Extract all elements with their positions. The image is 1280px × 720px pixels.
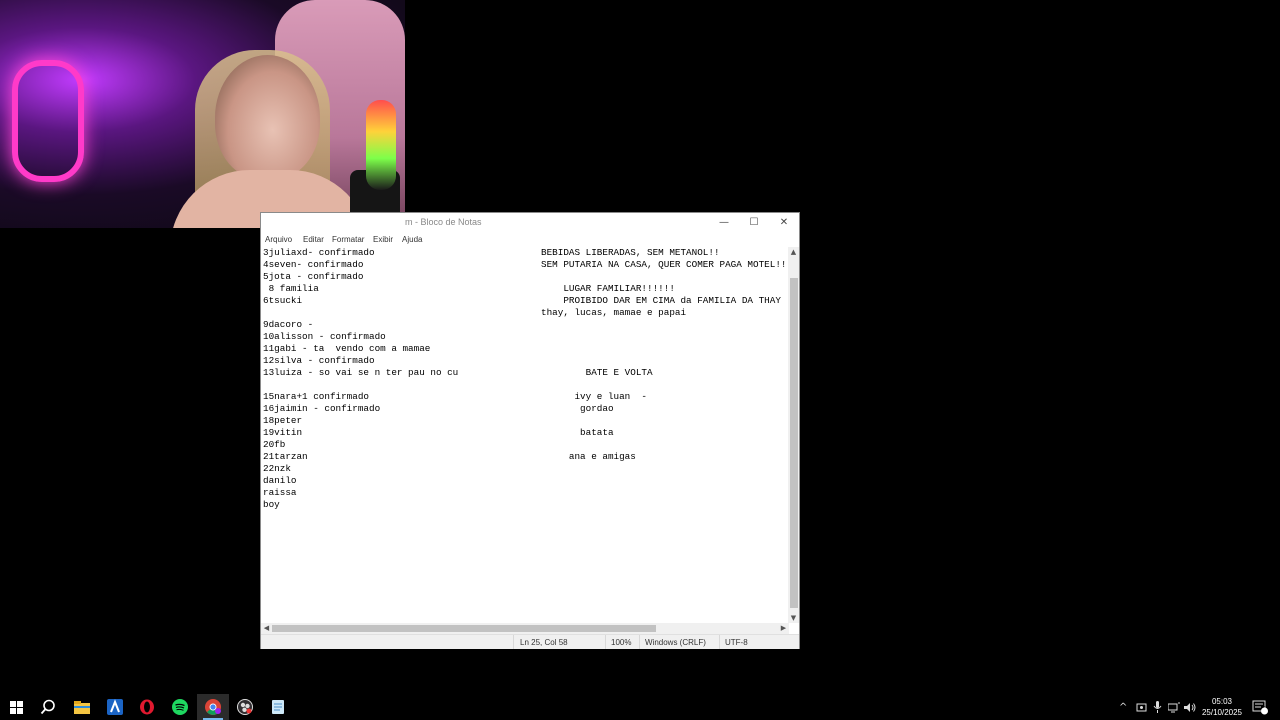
horizontal-scrollbar[interactable]: ◀ ▶ (261, 623, 789, 634)
microphone-icon[interactable] (1153, 694, 1162, 720)
text-line: 20fb (263, 439, 286, 450)
clock-date: 25/10/2025 (1201, 708, 1243, 717)
text-line: danilo (263, 475, 297, 486)
tray-chevron-icon[interactable]: ^ (1119, 694, 1127, 720)
neon-sign (12, 60, 84, 182)
network-icon[interactable] (1168, 694, 1180, 720)
text-line: 21tarzan (263, 451, 308, 462)
file-explorer-icon[interactable] (66, 694, 98, 720)
cursor-position: Ln 25, Col 58 (520, 638, 568, 647)
text-line: gordao (541, 403, 614, 414)
text-line: 16jaimin - confirmado (263, 403, 381, 414)
text-line: 15nara+1 confirmado (263, 391, 370, 402)
text-line: SEM PUTARIA NA CASA, QUER COMER PAGA MOT… (541, 259, 789, 270)
notepad-window: m - Bloco de Notas — ☐ ✕ Arquivo Editar … (260, 212, 800, 649)
menu-ajuda[interactable]: Ajuda (402, 235, 422, 244)
notification-badge: 11 (1262, 703, 1269, 709)
text-line: ivy e luan - (541, 391, 648, 402)
text-line: 4seven- confirmado (263, 259, 364, 270)
notepad-icon[interactable] (262, 694, 294, 720)
text-line: boy (263, 499, 280, 510)
text-line: thay, lucas, mamae e papai (541, 307, 687, 318)
text-line: 5jota - confirmado (263, 271, 364, 282)
maximize-button[interactable]: ☐ (739, 213, 769, 233)
menu-editar[interactable]: Editar (303, 235, 324, 244)
zoom-level: 100% (611, 638, 632, 647)
scroll-right-icon[interactable]: ▶ (778, 623, 789, 634)
menu-bar: Arquivo Editar Formatar Exibir Ajuda (261, 233, 799, 246)
clock[interactable]: 05:03 25/10/2025 (1196, 696, 1248, 718)
spotify-icon[interactable] (164, 694, 196, 720)
text-line: 3juliaxd- confirmado (263, 247, 375, 258)
text-line: 9dacoro - (263, 319, 314, 330)
status-divider (605, 635, 606, 649)
text-line: 18peter (263, 415, 303, 426)
tray-app-icon[interactable] (1136, 694, 1147, 720)
opera-icon[interactable] (131, 694, 163, 720)
obs-icon[interactable] (229, 694, 261, 720)
horizontal-scroll-thumb[interactable] (272, 625, 656, 632)
status-divider (513, 635, 514, 649)
notification-icon[interactable]: 11 (1252, 694, 1268, 720)
scroll-down-icon[interactable]: ▼ (788, 613, 799, 623)
encoding: UTF-8 (725, 638, 748, 647)
search-icon[interactable] (32, 694, 64, 720)
text-line: 13luiza - so vai se n ter pau no cu (263, 367, 459, 378)
menu-arquivo[interactable]: Arquivo (265, 235, 292, 244)
windows-start-icon[interactable] (0, 694, 32, 720)
scroll-left-icon[interactable]: ◀ (261, 623, 272, 634)
chrome-icon[interactable] (197, 694, 229, 720)
text-line: PROIBIDO DAR EM CIMA da FAMILIA DA THAY … (541, 295, 789, 306)
status-divider (719, 635, 720, 649)
minimize-button[interactable]: — (709, 213, 739, 233)
vertical-scroll-thumb[interactable] (790, 278, 798, 608)
text-line: 10alisson - confirmado (263, 331, 386, 342)
menu-formatar[interactable]: Formatar (332, 235, 364, 244)
text-line: 12silva - confirmado (263, 355, 375, 366)
text-line: BEBIDAS LIBERADAS, SEM METANOL!! (541, 247, 720, 258)
volume-icon[interactable] (1184, 694, 1196, 720)
status-divider (639, 635, 640, 649)
scroll-up-icon[interactable]: ▲ (788, 247, 799, 257)
text-line: 22nzk (263, 463, 291, 474)
taskbar: ^ 05:03 25/10/2025 11 (0, 694, 1280, 720)
webcam-overlay (0, 0, 405, 228)
window-title: m - Bloco de Notas (405, 217, 482, 227)
text-line: BATE E VOLTA (541, 367, 653, 378)
text-line: 8 familia (263, 283, 319, 294)
text-editor[interactable]: 3juliaxd- confirmado 4seven- confirmado 5j… (261, 247, 789, 623)
text-line: raissa (263, 487, 297, 498)
text-line: ana e amigas (541, 451, 636, 462)
title-bar[interactable]: m - Bloco de Notas — ☐ ✕ (261, 213, 799, 233)
chevron-up-icon: ^ (1119, 701, 1128, 713)
close-button[interactable]: ✕ (769, 213, 799, 233)
line-ending: Windows (CRLF) (645, 638, 706, 647)
streamer-face (215, 55, 320, 180)
text-line: 11gabi - ta vendo com a mamae (263, 343, 431, 354)
rgb-microphone (366, 100, 396, 190)
app-a-icon[interactable] (99, 694, 131, 720)
text-line: batata (541, 427, 614, 438)
status-bar: Ln 25, Col 58 100% Windows (CRLF) UTF-8 (261, 634, 799, 649)
clock-time: 05:03 (1211, 697, 1233, 706)
text-line: 19vitin (263, 427, 303, 438)
text-line: 6tsucki (263, 295, 303, 306)
text-line: LUGAR FAMILIAR!!!!!! (541, 283, 675, 294)
vertical-scrollbar[interactable]: ▲ ▼ (788, 247, 799, 623)
menu-exibir[interactable]: Exibir (373, 235, 393, 244)
